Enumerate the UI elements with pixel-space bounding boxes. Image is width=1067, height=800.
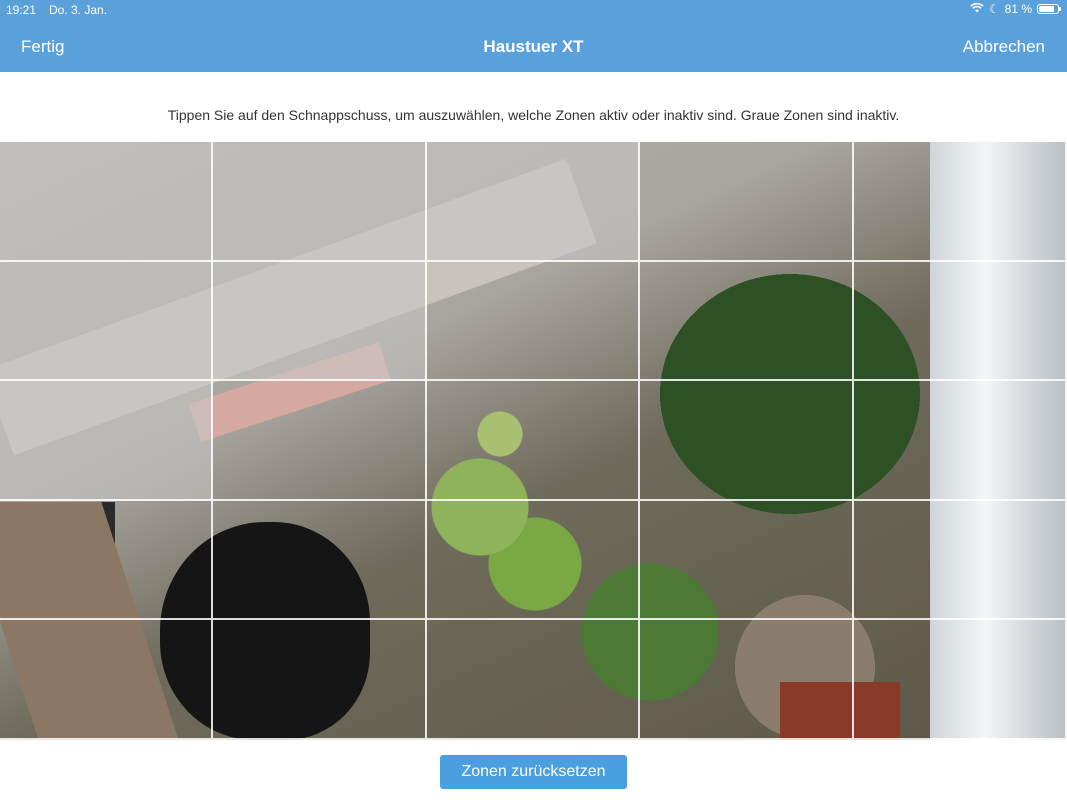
zone-r2-c5[interactable] [853, 261, 1067, 382]
battery-percent: 81 % [1004, 2, 1032, 16]
zone-r1-c3[interactable] [426, 142, 641, 262]
cancel-button[interactable]: Abbrechen [963, 37, 1045, 57]
battery-icon [1037, 4, 1061, 14]
zone-r3-c3[interactable] [426, 381, 641, 501]
zone-r4-c3[interactable] [426, 500, 641, 621]
zone-r3-c4[interactable] [640, 381, 854, 501]
zone-r5-c1[interactable] [0, 620, 214, 740]
zone-r2-c2[interactable] [213, 261, 427, 382]
zone-r3-c1[interactable] [0, 381, 214, 501]
status-date: Do. 3. Jan. [49, 3, 108, 17]
zone-r5-c5[interactable] [853, 620, 1067, 740]
navigation-bar: Fertig Haustuer XT Abbrechen [0, 20, 1067, 72]
zone-r1-c2[interactable] [213, 142, 427, 262]
zone-r5-c2[interactable] [213, 620, 427, 740]
page-title: Haustuer XT [483, 37, 584, 56]
zone-r3-c5[interactable] [853, 381, 1067, 501]
wifi-icon [970, 2, 984, 16]
zone-r5-c4[interactable] [640, 620, 854, 740]
camera-snapshot[interactable] [0, 142, 1067, 740]
zone-r3-c2[interactable] [213, 381, 427, 501]
status-bar: 19:21 Do. 3. Jan. ☾ 81 % [0, 0, 1067, 20]
status-right: ☾ 81 % [970, 2, 1061, 16]
zone-r5-c3[interactable] [426, 620, 641, 740]
zone-r4-c5[interactable] [853, 500, 1067, 621]
zone-r2-c4[interactable] [640, 261, 854, 382]
zone-r4-c4[interactable] [640, 500, 854, 621]
zone-r1-c1[interactable] [0, 142, 214, 262]
zone-r4-c2[interactable] [213, 500, 427, 621]
zone-r1-c5[interactable] [853, 142, 1067, 262]
instruction-text: Tippen Sie auf den Schnappschuss, um aus… [167, 107, 900, 123]
status-time: 19:21 [6, 3, 37, 17]
zone-r2-c1[interactable] [0, 261, 214, 382]
reset-zones-button[interactable]: Zonen zurücksetzen [440, 755, 627, 789]
zone-r1-c4[interactable] [640, 142, 854, 262]
moon-icon: ☾ [988, 2, 1000, 16]
zone-r2-c3[interactable] [426, 261, 641, 382]
zone-r4-c1[interactable] [0, 500, 214, 621]
